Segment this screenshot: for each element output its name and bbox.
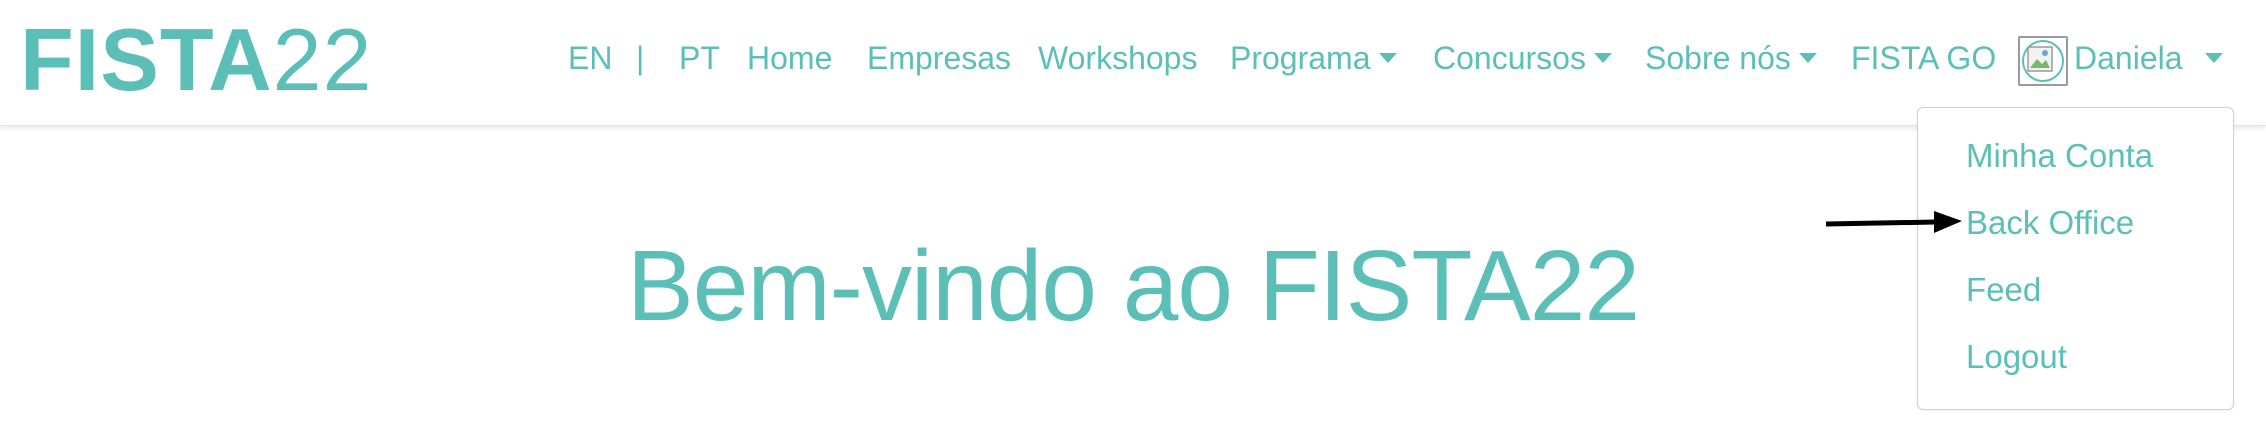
nav-home[interactable]: Home <box>747 38 832 78</box>
nav-concursos-label: Concursos <box>1433 40 1586 76</box>
nav-workshops[interactable]: Workshops <box>1038 38 1197 78</box>
nav-sobre-dropdown[interactable]: Sobre nós <box>1645 38 1817 78</box>
nav-empresas[interactable]: Empresas <box>867 38 1011 78</box>
menu-item-minha-conta[interactable]: Minha Conta <box>1966 136 2153 176</box>
brand-logo-bold: FISTA <box>20 10 273 109</box>
nav-user-label: Daniela <box>2074 40 2183 76</box>
nav-programa-label: Programa <box>1230 40 1371 76</box>
nav-lang-pt[interactable]: PT <box>679 38 720 78</box>
page-title: Bem-vindo ao FISTA22 <box>627 230 1640 342</box>
broken-image-icon <box>2027 46 2053 72</box>
caret-down-icon <box>2204 53 2223 63</box>
brand-logo-light: 22 <box>272 10 373 109</box>
nav-separator: | <box>636 40 645 76</box>
nav-lang-en[interactable]: EN <box>568 38 612 78</box>
nav-concursos-dropdown[interactable]: Concursos <box>1433 38 1612 78</box>
caret-down-icon <box>1378 53 1397 63</box>
caret-down-icon <box>1798 53 1817 63</box>
nav-sobre-label: Sobre nós <box>1645 40 1791 76</box>
nav-fista-go[interactable]: FISTA GO <box>1851 38 1996 78</box>
nav-user-dropdown[interactable]: Daniela <box>2074 38 2223 78</box>
caret-down-icon <box>1593 53 1612 63</box>
brand-logo[interactable]: FISTA22 <box>20 12 373 108</box>
nav-programa-dropdown[interactable]: Programa <box>1230 38 1397 78</box>
avatar[interactable] <box>2018 36 2068 86</box>
